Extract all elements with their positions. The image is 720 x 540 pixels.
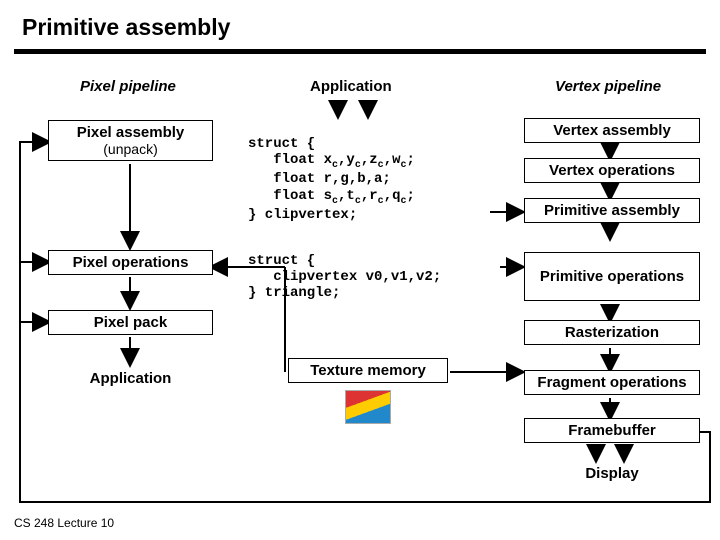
box-pixel-assembly: Pixel assembly (unpack) [48,120,213,161]
pixel-assembly-sub: (unpack) [49,141,212,157]
primitive-operations-label: Primitive operations [540,268,684,285]
header-vertex-pipeline: Vertex pipeline [555,78,661,95]
box-pixel-pack: Pixel pack [48,310,213,335]
display-label: Display [585,465,638,482]
box-vertex-operations: Vertex operations [524,158,700,183]
pixel-pack-label: Pixel pack [94,314,167,331]
texture-thumbnail [345,390,391,424]
box-fragment-operations: Fragment operations [524,370,700,395]
box-display: Display [524,462,700,485]
box-framebuffer: Framebuffer [524,418,700,443]
header-application: Application [310,78,392,95]
framebuffer-label: Framebuffer [568,422,656,439]
primitive-assembly-label: Primitive assembly [544,202,680,219]
box-vertex-assembly: Vertex assembly [524,118,700,143]
header-pixel-pipeline: Pixel pipeline [80,78,176,95]
box-left-application: Application [48,367,213,390]
pixel-operations-label: Pixel operations [73,254,189,271]
fragment-operations-label: Fragment operations [537,374,686,391]
pixel-assembly-label: Pixel assembly [77,124,185,141]
rasterization-label: Rasterization [565,324,659,341]
left-application-label: Application [90,370,172,387]
code-clipvertex: struct { float xc,yc,zc,wc; float r,g,b,… [248,120,415,223]
box-primitive-assembly: Primitive assembly [524,198,700,223]
box-texture-memory: Texture memory [288,358,448,383]
title-rule [14,49,706,54]
box-pixel-operations: Pixel operations [48,250,213,275]
vertex-assembly-label: Vertex assembly [553,122,671,139]
box-primitive-operations: Primitive operations [524,252,700,301]
diagram-stage: Pixel pipeline Application Vertex pipeli… [0,72,720,512]
footer-lecture: CS 248 Lecture 10 [14,516,114,530]
page-title: Primitive assembly [0,0,720,47]
box-rasterization: Rasterization [524,320,700,345]
code-triangle: struct { clipvertex v0,v1,v2; } triangle… [248,237,441,301]
texture-memory-label: Texture memory [310,362,426,379]
vertex-operations-label: Vertex operations [549,162,675,179]
